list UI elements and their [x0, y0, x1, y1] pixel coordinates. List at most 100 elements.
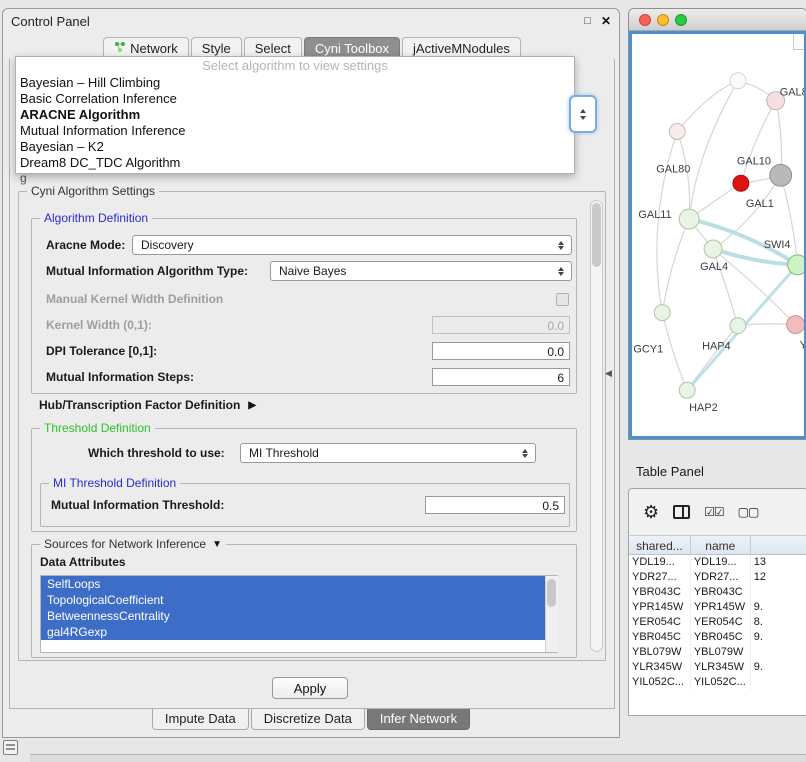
algorithm-option[interactable]: Bayesian – K2: [16, 139, 574, 155]
table-cell: YBL079W: [629, 645, 691, 660]
mi-threshold-definition-group: MI Threshold Definition Mutual Informati…: [40, 483, 570, 527]
group-title: Threshold Definition: [40, 421, 155, 435]
apply-button[interactable]: Apply: [272, 677, 348, 699]
network-edge: [781, 175, 798, 265]
data-attribute-item[interactable]: gal4RGexp: [41, 624, 557, 640]
column-header[interactable]: shared...: [629, 535, 691, 555]
kernel-width-input[interactable]: 0.0: [432, 316, 570, 334]
sources-toggle[interactable]: Sources for Network Inference ▼: [40, 537, 226, 551]
aracne-mode-select[interactable]: Discovery: [132, 235, 572, 255]
node-label: Y: [800, 339, 804, 351]
algorithm-option[interactable]: Dream8 DC_TDC Algorithm: [16, 155, 574, 171]
algorithm-option[interactable]: Mutual Information Inference: [16, 123, 574, 139]
table-row[interactable]: YBR043CYBR043C: [629, 585, 806, 600]
network-node[interactable]: [679, 209, 699, 229]
settings-scrollbar[interactable]: [590, 200, 603, 652]
node-label: SWI4: [764, 239, 791, 251]
sources-title-label: Sources for Network Inference: [44, 537, 206, 551]
traffic-light-zoom[interactable]: [675, 14, 687, 26]
mi-type-select[interactable]: Naive Bayes: [270, 261, 572, 281]
network-window-titlebar[interactable]: [629, 9, 806, 31]
mi-threshold-label: Mutual Information Threshold:: [51, 498, 224, 512]
column-header[interactable]: name: [691, 535, 751, 555]
mi-threshold-input[interactable]: 0.5: [425, 496, 565, 514]
network-node[interactable]: [654, 305, 670, 321]
collapse-down-icon[interactable]: ▼: [212, 539, 222, 550]
table-row[interactable]: YBR045CYBR045C9.: [629, 630, 806, 645]
dropdown-placeholder: Select algorithm to view settings: [16, 57, 574, 75]
titlebar-buttons: □ ✕: [584, 14, 611, 28]
network-node[interactable]: [787, 316, 804, 334]
network-node[interactable]: [788, 255, 804, 275]
network-node[interactable]: [704, 240, 722, 258]
deselect-all-icon[interactable]: ▢▢: [738, 505, 759, 519]
column-selector-icon[interactable]: [673, 505, 690, 519]
data-attribute-item[interactable]: TopologicalCoefficient: [41, 592, 557, 608]
data-attribute-item[interactable]: SelfLoops: [41, 576, 557, 592]
table-row[interactable]: YBL079WYBL079W: [629, 645, 806, 660]
network-node[interactable]: [669, 124, 685, 140]
data-attribute-item[interactable]: BetweennessCentrality: [41, 608, 557, 624]
hidden-panel-icon[interactable]: [3, 740, 18, 755]
splitter-collapse-icon[interactable]: ◀: [605, 368, 612, 379]
hub-definition-label: Hub/Transcription Factor Definition: [39, 398, 240, 412]
data-attributes-list[interactable]: SelfLoopsTopologicalCoefficientBetweenne…: [40, 575, 558, 653]
table-row[interactable]: YDR27...YDR27...12: [629, 570, 806, 585]
expand-right-icon[interactable]: ▶: [248, 400, 256, 411]
network-node[interactable]: [679, 382, 695, 398]
bottom-panel-strip[interactable]: [30, 754, 806, 762]
table-cell: YBR045C: [691, 630, 751, 645]
list-scrollbar[interactable]: [545, 576, 558, 652]
table-row[interactable]: YPR145WYPR145W9.: [629, 600, 806, 615]
network-node[interactable]: [730, 318, 746, 334]
node-label: GAL4: [700, 261, 728, 273]
table-cell: 9.: [751, 660, 806, 675]
network-edge: [677, 81, 738, 132]
network-canvas[interactable]: GAL8GAL80GAL10GAL1GAL11SWI4GAL4GCY1HAP4H…: [629, 31, 806, 439]
control-panel-titlebar[interactable]: Control Panel □ ✕: [3, 9, 619, 33]
which-threshold-row: Which threshold to use: MI Threshold: [32, 443, 576, 465]
mi-threshold-row: Mutual Information Threshold: 0.5: [41, 494, 569, 516]
scrollbar-thumb[interactable]: [592, 203, 601, 267]
algorithm-option[interactable]: Bayesian – Hill Climbing: [16, 75, 574, 91]
dpi-tolerance-input[interactable]: 0.0: [432, 342, 570, 360]
network-node[interactable]: [770, 164, 792, 186]
traffic-light-minimize[interactable]: [657, 14, 669, 26]
table-cell: YDR27...: [691, 570, 751, 585]
network-scrollbar-corner[interactable]: [793, 34, 804, 50]
manual-kernel-checkbox[interactable]: [556, 293, 569, 306]
network-edge: [662, 219, 689, 313]
gear-icon[interactable]: ⚙: [643, 503, 659, 521]
tab-impute-data[interactable]: Impute Data: [152, 709, 249, 730]
tab-discretize-data[interactable]: Discretize Data: [251, 709, 365, 730]
table-toolbar: ⚙ ☑☑ ▢▢: [629, 489, 806, 535]
network-view-window: GAL8GAL80GAL10GAL1GAL11SWI4GAL4GCY1HAP4H…: [628, 8, 806, 440]
which-threshold-select[interactable]: MI Threshold: [240, 443, 536, 463]
table-row[interactable]: YDL19...YDL19...13: [629, 555, 806, 570]
table-cell: YBL079W: [691, 645, 751, 660]
close-icon[interactable]: ✕: [601, 14, 611, 28]
column-header[interactable]: [751, 535, 806, 555]
traffic-light-close[interactable]: [639, 14, 651, 26]
window-title: Control Panel: [11, 14, 90, 29]
algorithm-combo-arrow-button[interactable]: [569, 95, 597, 133]
select-all-icon[interactable]: ☑☑: [704, 505, 724, 519]
float-window-icon[interactable]: □: [584, 15, 591, 27]
table-cell: YPR145W: [629, 600, 691, 615]
table-body[interactable]: YDL19...YDL19...13YDR27...YDR27...12YBR0…: [629, 555, 806, 715]
network-node[interactable]: [730, 73, 746, 89]
cyni-algorithm-settings-group: Cyni Algorithm Settings Algorithm Defini…: [18, 191, 606, 661]
algorithm-option[interactable]: Basic Correlation Inference: [16, 91, 574, 107]
table-row[interactable]: YLR345WYLR345W9.: [629, 660, 806, 675]
scrollbar-thumb[interactable]: [547, 579, 556, 607]
algorithm-option[interactable]: ARACNE Algorithm: [16, 107, 574, 123]
mi-steps-input[interactable]: 6: [432, 368, 570, 386]
node-label: GAL11: [638, 209, 671, 221]
table-row[interactable]: YER054CYER054C8.: [629, 615, 806, 630]
hub-definition-toggle[interactable]: Hub/Transcription Factor Definition ▶: [39, 398, 256, 412]
table-row[interactable]: YIL052C...YIL052C...: [629, 675, 806, 690]
network-node[interactable]: [733, 175, 749, 191]
tab-infer-network[interactable]: Infer Network: [367, 709, 470, 730]
node-label: HAP4: [702, 340, 731, 352]
table-cell: YIL052C...: [629, 675, 691, 690]
